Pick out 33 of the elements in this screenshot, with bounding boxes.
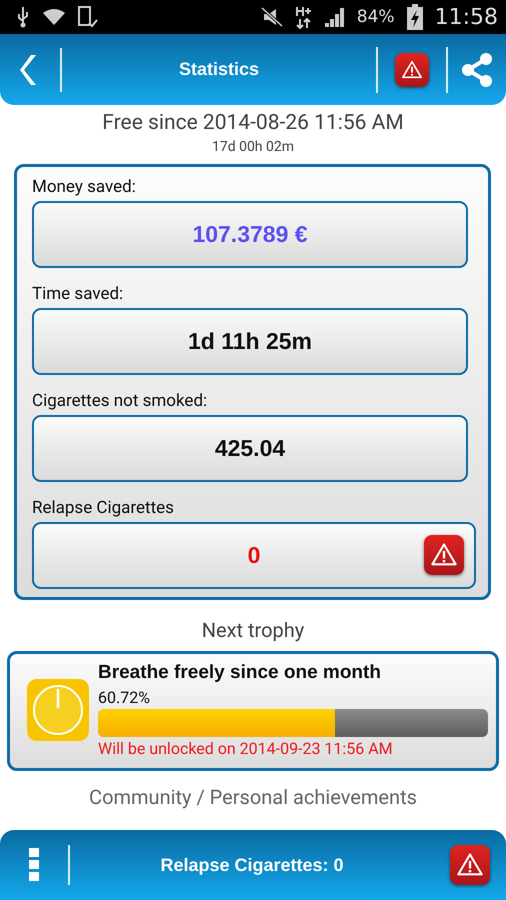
signal-icon xyxy=(324,7,345,27)
usb-icon xyxy=(16,6,30,28)
share-icon xyxy=(460,52,494,88)
wifi-icon xyxy=(42,8,66,26)
warning-icon xyxy=(401,58,423,80)
stat-value: 107.3789 € xyxy=(192,221,308,248)
stat-value: 425.04 xyxy=(214,435,286,462)
clock: 11:58 xyxy=(434,4,498,30)
duration-text: 17d 00h 02m xyxy=(210,139,296,155)
warning-button[interactable] xyxy=(424,535,464,575)
stat-label: Cigarettes not smoked: xyxy=(32,391,208,411)
battery-percent: 84% xyxy=(356,7,395,27)
relapse-count-text: Relapse Cigarettes: 0 xyxy=(159,854,345,876)
warning-button[interactable] xyxy=(450,845,490,885)
progress-percent: 60.72% xyxy=(98,688,151,707)
screen-title: Statistics xyxy=(178,59,260,80)
battery-charging-icon xyxy=(406,4,423,30)
stat-label: Money saved: xyxy=(32,177,137,197)
section-heading: Community / Personal achievements xyxy=(88,785,418,809)
unlock-date-text: Will be unlocked on 2014-09-23 11:56 AM xyxy=(98,739,394,758)
menu-icon xyxy=(29,848,39,882)
free-since-text: Free since 2014-08-26 11:56 AM xyxy=(101,111,405,135)
phone-check-icon xyxy=(78,6,98,28)
stat-value: 1d 11h 25m xyxy=(188,328,312,355)
stat-label: Time saved: xyxy=(32,284,124,304)
mute-icon xyxy=(260,7,283,27)
warning-button[interactable] xyxy=(395,52,429,86)
section-heading: Next trophy xyxy=(200,618,306,642)
stat-value: 0 xyxy=(248,542,260,569)
stat-label: Relapse Cigarettes xyxy=(32,498,175,518)
data-arrows-icon xyxy=(294,5,313,29)
trophy-title: Breathe freely since one month xyxy=(98,662,382,684)
clock-icon xyxy=(26,678,90,742)
